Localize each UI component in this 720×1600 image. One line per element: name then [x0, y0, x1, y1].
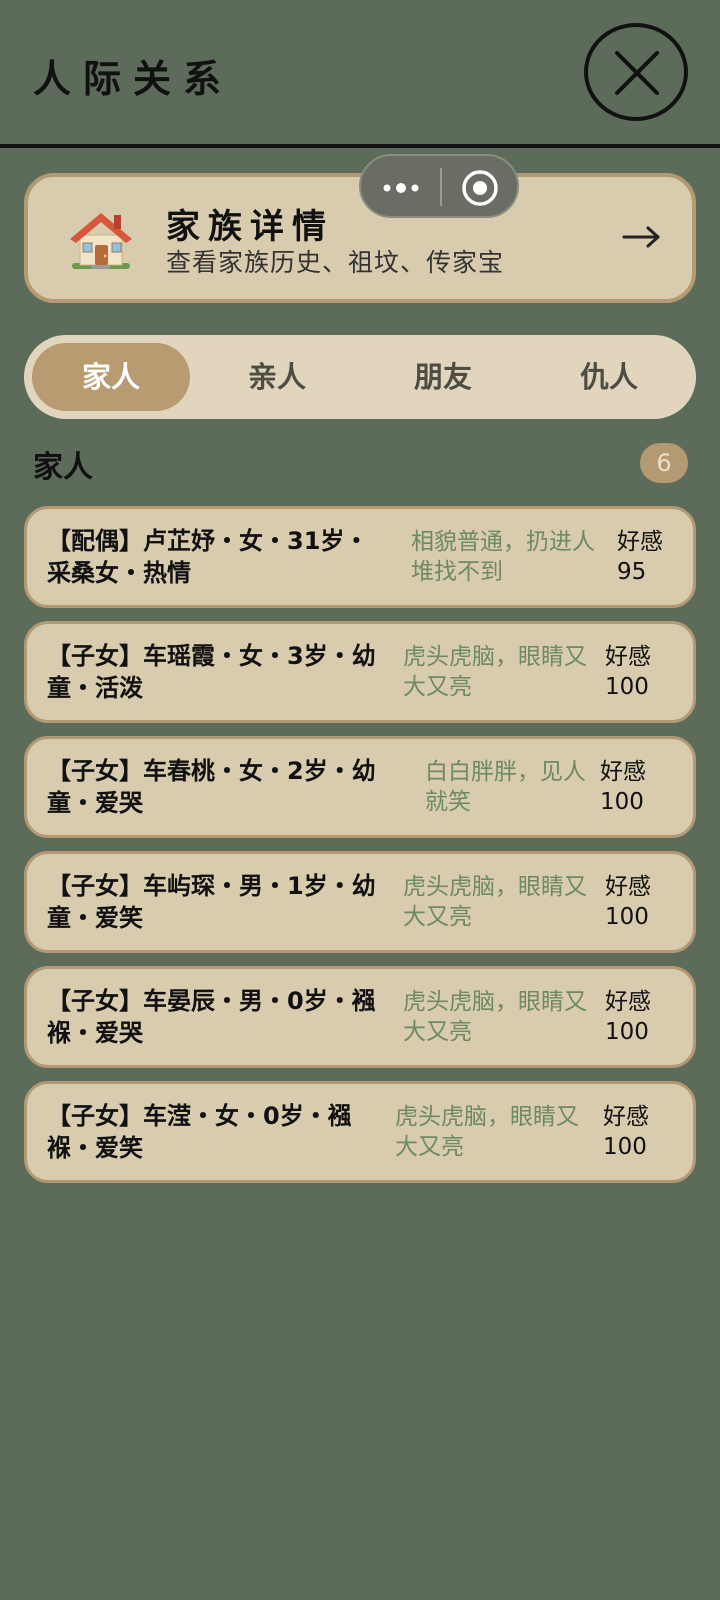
member-favor: 好感 100 [600, 757, 670, 817]
list-item[interactable]: 【子女】车瑶霞・女・3岁・幼童・活泼 虎头虎脑，眼睛又大又亮 好感 100 [24, 621, 696, 723]
member-description: 相貌普通，扔进人堆找不到 [411, 529, 595, 585]
member-favor: 好感 95 [617, 527, 687, 587]
close-button[interactable] [584, 23, 688, 121]
favor-value: 95 [617, 559, 647, 585]
member-favor: 好感 100 [605, 987, 675, 1047]
tab-enemies[interactable]: 仇人 [530, 343, 688, 411]
page-title: 人际关系 [33, 57, 234, 101]
tab-friends[interactable]: 朋友 [364, 343, 522, 411]
count-badge: 6 [640, 443, 688, 483]
favor-value: 100 [600, 789, 644, 815]
relationships-page: 人际关系 家族详情 查看家族历史、祖坟、传家宝 家人 亲人 朋友 仇人 家人 6… [0, 0, 720, 1600]
family-card-subtitle: 查看家族历史、祖坟、传家宝 [166, 248, 505, 277]
member-info: 【子女】车滢・女・0岁・襁褓・爱笑 [47, 1102, 352, 1162]
list-item[interactable]: 【子女】车屿琛・男・1岁・幼童・爱笑 虎头虎脑，眼睛又大又亮 好感 100 [24, 851, 696, 953]
favor-value: 100 [603, 1134, 647, 1160]
family-card-title: 家族详情 [166, 207, 334, 247]
member-list: 【配偶】卢芷妤・女・31岁・采桑女・热情 相貌普通，扔进人堆找不到 好感 95 … [24, 506, 696, 1196]
favor-label: 好感 [600, 759, 646, 785]
list-item[interactable]: 【子女】车滢・女・0岁・襁褓・爱笑 虎头虎脑，眼睛又大又亮 好感 100 [24, 1081, 696, 1183]
close-target-icon[interactable] [461, 169, 499, 207]
member-favor: 好感 100 [605, 642, 675, 702]
favor-label: 好感 [605, 874, 651, 900]
member-info: 【子女】车春桃・女・2岁・幼童・爱哭 [47, 757, 376, 817]
favor-value: 100 [605, 1019, 649, 1045]
favor-label: 好感 [605, 989, 651, 1015]
member-description: 虎头虎脑，眼睛又大又亮 [403, 644, 587, 700]
close-icon [615, 51, 659, 95]
tab-family[interactable]: 家人 [32, 343, 190, 411]
header: 人际关系 [0, 0, 720, 148]
member-description: 虎头虎脑，眼睛又大又亮 [395, 1104, 579, 1160]
favor-label: 好感 [603, 1104, 649, 1130]
header-divider [0, 144, 720, 148]
mini-program-capsule [359, 154, 519, 218]
member-description: 虎头虎脑，眼睛又大又亮 [403, 989, 587, 1045]
arrow-right-icon [622, 226, 660, 248]
member-description: 虎头虎脑，眼睛又大又亮 [403, 874, 587, 930]
member-favor: 好感 100 [605, 872, 675, 932]
section-title: 家人 [33, 450, 93, 485]
more-dots-icon[interactable] [381, 174, 421, 202]
member-info: 【子女】车晏辰・男・0岁・襁褓・爱哭 [47, 987, 376, 1047]
member-info: 【子女】车屿琛・男・1岁・幼童・爱笑 [47, 872, 376, 932]
favor-value: 100 [605, 904, 649, 930]
favor-label: 好感 [617, 529, 663, 555]
favor-value: 100 [605, 674, 649, 700]
capsule-divider [440, 168, 442, 206]
relationship-tabs: 家人 亲人 朋友 仇人 [24, 335, 696, 419]
member-info: 【配偶】卢芷妤・女・31岁・采桑女・热情 [47, 527, 369, 587]
list-item[interactable]: 【配偶】卢芷妤・女・31岁・采桑女・热情 相貌普通，扔进人堆找不到 好感 95 [24, 506, 696, 608]
favor-label: 好感 [605, 644, 651, 670]
member-description: 白白胖胖，见人就笑 [425, 759, 586, 815]
list-item[interactable]: 【子女】车春桃・女・2岁・幼童・爱哭 白白胖胖，见人就笑 好感 100 [24, 736, 696, 838]
member-info: 【子女】车瑶霞・女・3岁・幼童・活泼 [47, 642, 376, 702]
tab-relatives[interactable]: 亲人 [198, 343, 356, 411]
list-item[interactable]: 【子女】车晏辰・男・0岁・襁褓・爱哭 虎头虎脑，眼睛又大又亮 好感 100 [24, 966, 696, 1068]
house-icon [70, 213, 132, 269]
member-favor: 好感 100 [603, 1102, 673, 1162]
